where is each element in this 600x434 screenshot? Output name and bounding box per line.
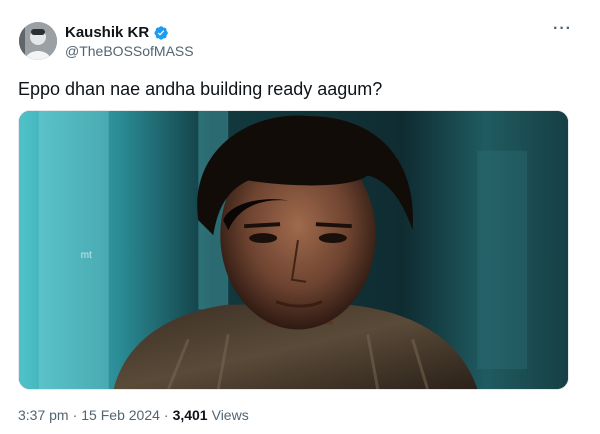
avatar[interactable] xyxy=(19,22,57,60)
verified-badge-icon[interactable] xyxy=(153,25,169,41)
tweet-metadata: 3:37 pm · 15 Feb 2024 · 3,401 Views xyxy=(18,407,249,423)
man-portrait-image: mt xyxy=(19,111,568,389)
tweet-date[interactable]: 15 Feb 2024 xyxy=(81,407,160,423)
views-count[interactable]: 3,401 xyxy=(173,407,208,423)
tweet-card: Kaushik KR @TheBOSSofMASS ··· Eppo dhan … xyxy=(0,0,600,434)
tweet-text: Eppo dhan nae andha building ready aagum… xyxy=(18,79,383,99)
meta-separator: · xyxy=(163,407,169,423)
author-display-name[interactable]: Kaushik KR xyxy=(65,24,149,41)
media-watermark: mt xyxy=(81,250,92,261)
meta-separator: · xyxy=(72,407,78,423)
tweet-media-image[interactable]: mt xyxy=(18,110,569,390)
views-label: Views xyxy=(211,407,249,423)
author-handle[interactable]: @TheBOSSofMASS xyxy=(65,43,194,59)
more-options-icon[interactable]: ··· xyxy=(553,21,572,37)
avatar-image xyxy=(19,22,57,60)
tweet-timestamp[interactable]: 3:37 pm xyxy=(18,407,69,423)
author-name-row: Kaushik KR xyxy=(65,24,169,41)
